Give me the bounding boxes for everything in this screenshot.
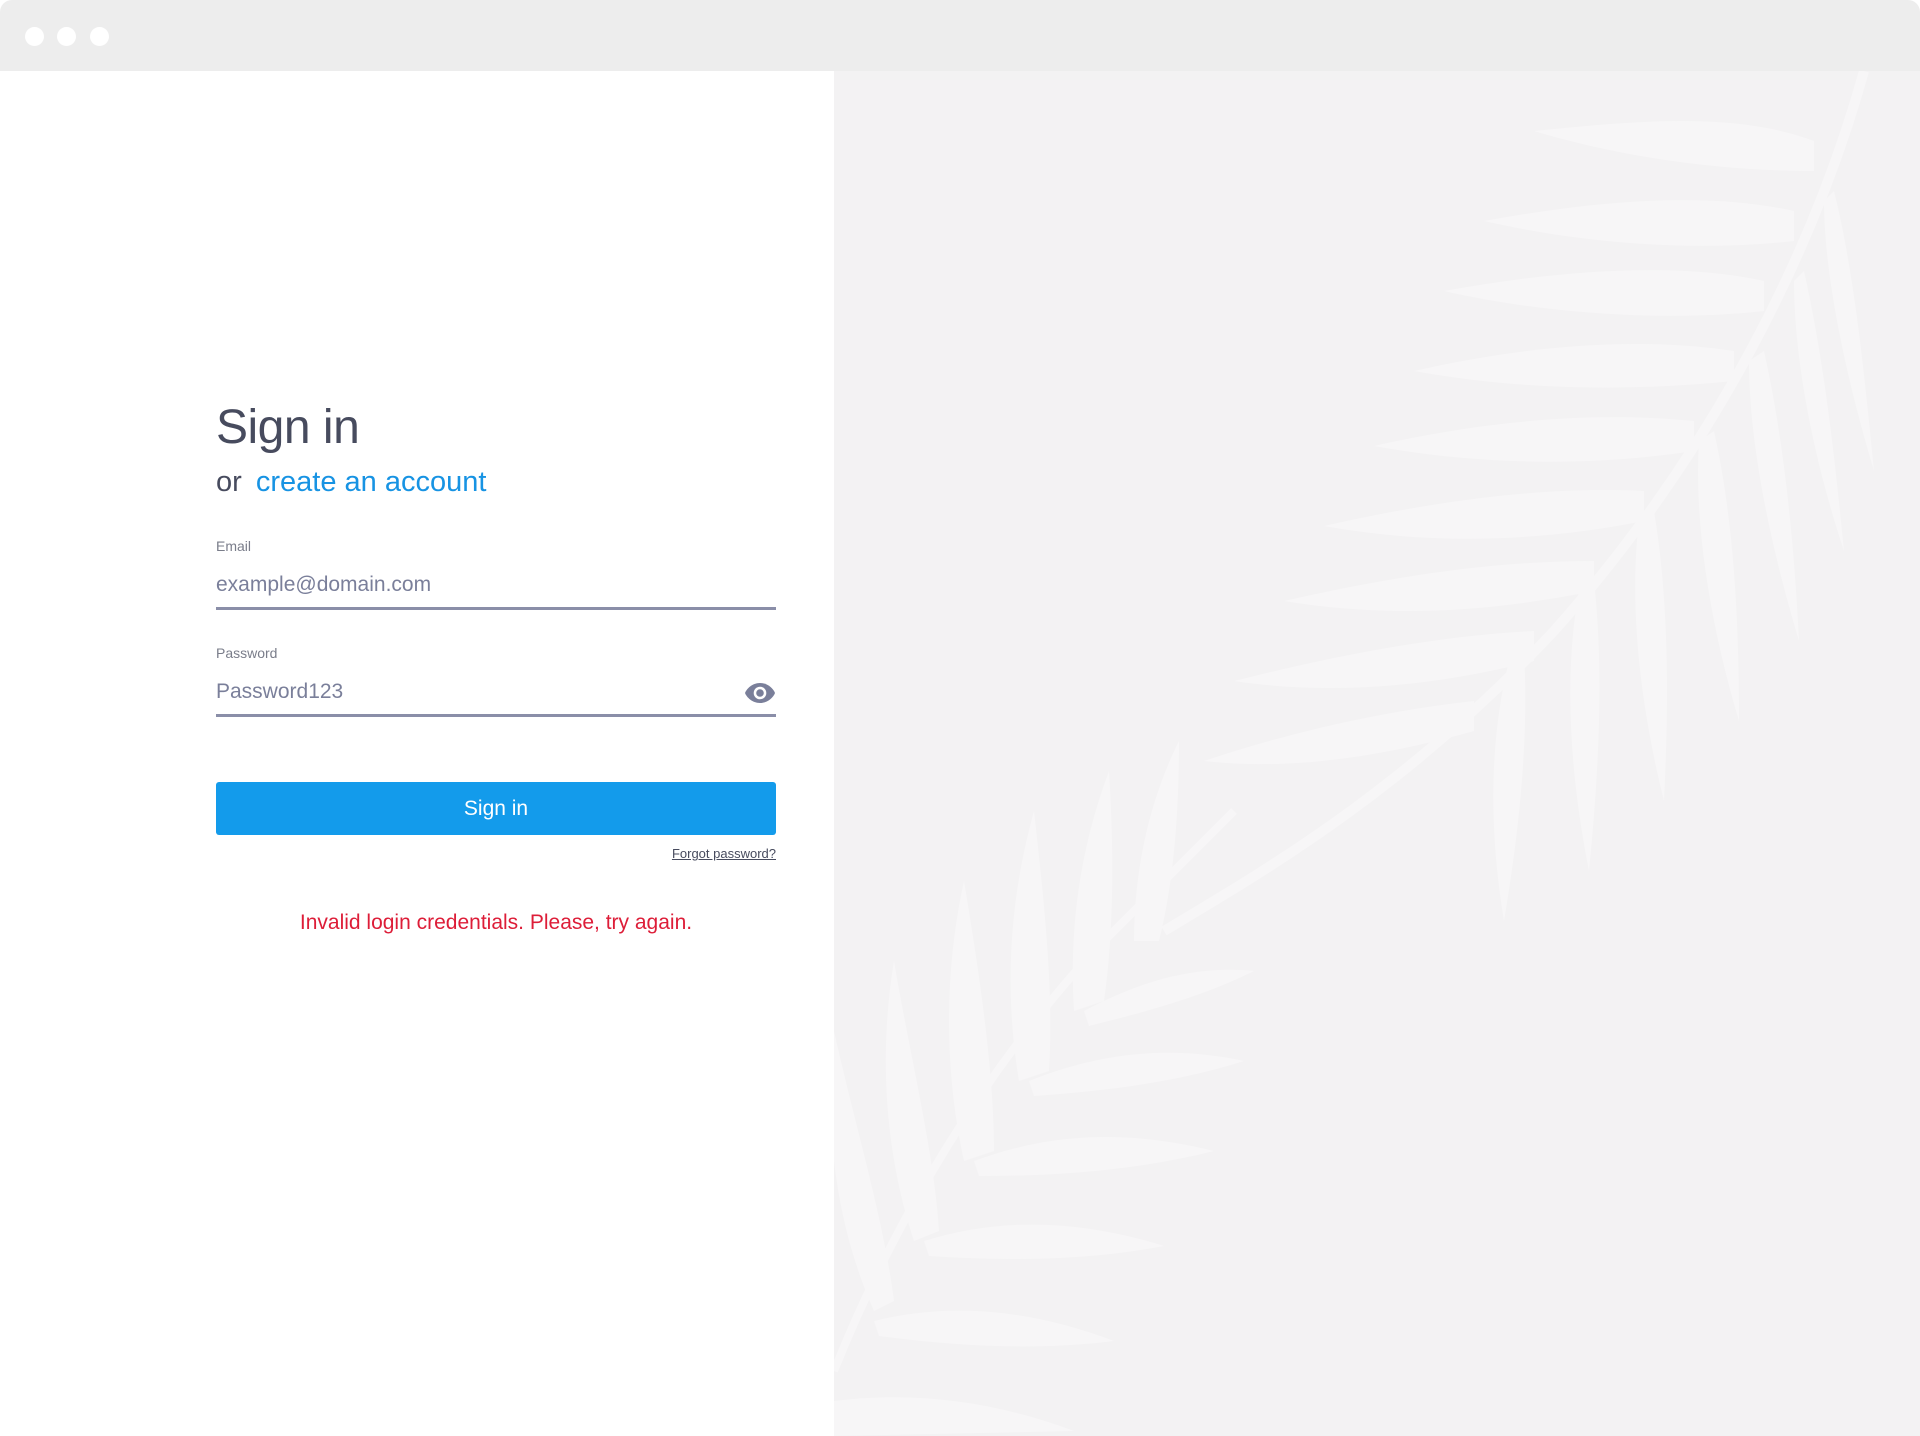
window-titlebar — [0, 0, 1920, 71]
error-message: Invalid login credentials. Please, try a… — [299, 911, 693, 934]
close-window-button[interactable] — [25, 27, 44, 46]
minimize-window-button[interactable] — [57, 27, 76, 46]
maximize-window-button[interactable] — [90, 27, 109, 46]
create-account-link[interactable]: create an account — [256, 466, 487, 498]
password-label: Password — [216, 645, 278, 661]
decorative-background-panel — [834, 71, 1920, 1436]
email-field[interactable] — [216, 562, 776, 610]
signin-panel: Sign in or create an account Email Passw… — [0, 71, 834, 1436]
eye-icon[interactable] — [744, 682, 776, 704]
forgot-password-link[interactable]: Forgot password? — [672, 846, 776, 861]
signin-subtitle: or create an account — [216, 466, 486, 499]
browser-window: Sign in or create an account Email Passw… — [0, 0, 1920, 1436]
email-label: Email — [216, 538, 252, 554]
or-text: or — [216, 466, 242, 498]
page-title: Sign in — [216, 401, 360, 454]
sign-in-button[interactable]: Sign in — [216, 782, 776, 835]
leaf-decoration-icon — [834, 71, 1874, 1436]
password-field[interactable] — [216, 669, 776, 717]
